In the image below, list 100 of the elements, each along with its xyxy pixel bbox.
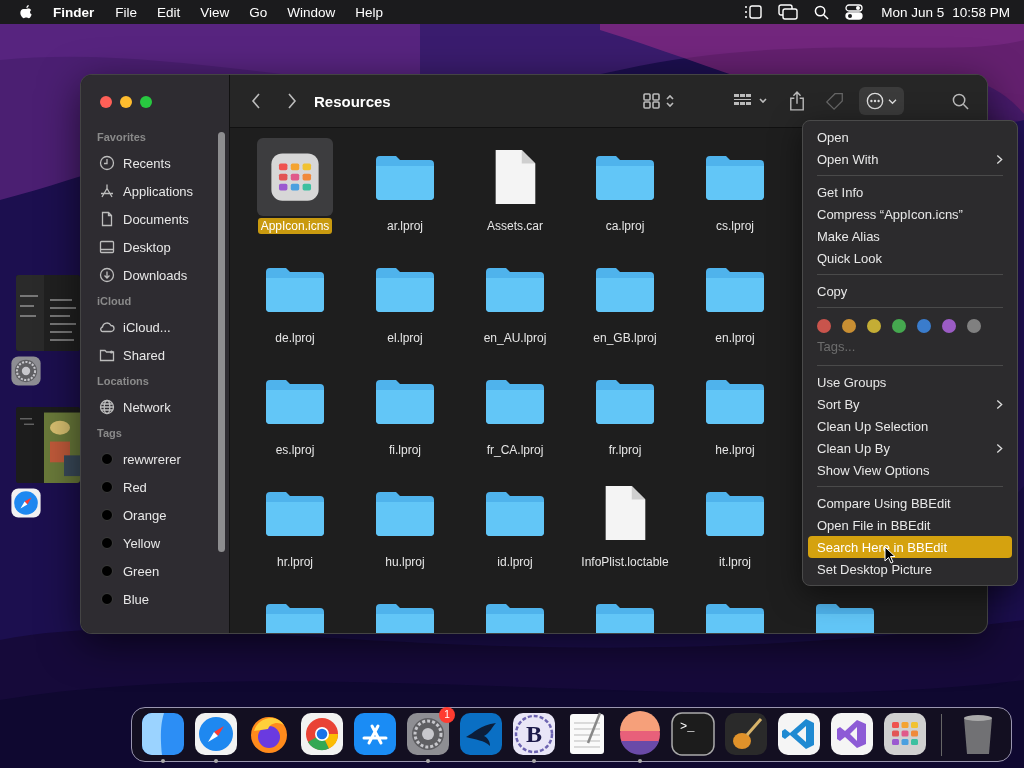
back-icon[interactable]	[250, 92, 262, 110]
tag-dot-icon	[99, 563, 115, 579]
menu-item[interactable]: Clean Up By	[808, 437, 1012, 459]
list-icon[interactable]	[744, 5, 763, 19]
sidebar-item[interactable]: Shared	[123, 347, 165, 363]
two-tone-square-icon[interactable]	[140, 710, 186, 757]
window-title: Resources	[314, 92, 391, 110]
tag-dot-icon	[99, 591, 115, 607]
app-store-icon[interactable]	[352, 710, 398, 757]
menu-item[interactable]: Get Info	[808, 181, 1012, 203]
chevron-right-icon	[996, 398, 1003, 410]
file-name: en_GB.lproj	[592, 330, 658, 346]
sidebar-item[interactable]: Downloads	[123, 267, 188, 283]
menubar-date: Mon Jun 5	[881, 4, 945, 20]
ribbon-icon[interactable]	[776, 710, 822, 757]
search-icon[interactable]	[952, 92, 969, 110]
menu-item[interactable]: Use Groups	[808, 371, 1012, 393]
tag-color-dot[interactable]	[967, 319, 981, 333]
file-name: hr.lproj	[276, 554, 314, 570]
menu-item[interactable]: Help	[345, 4, 394, 20]
sidebar-item[interactable]: Red	[123, 479, 147, 495]
applications-icon	[99, 183, 115, 199]
menu-item[interactable]: File	[105, 4, 148, 20]
close-button[interactable]	[100, 96, 112, 108]
file-name: Assets.car	[486, 218, 544, 234]
control-center-icon[interactable]	[845, 4, 864, 20]
bird-icon[interactable]	[458, 710, 504, 757]
file-item[interactable]	[257, 138, 333, 216]
sidebar-item[interactable]: Orange	[123, 507, 167, 523]
chevron-down-icon	[888, 97, 897, 105]
menu-item[interactable]: Quick Look	[808, 247, 1012, 269]
file-name: cs.lproj	[715, 218, 755, 234]
menu-item[interactable]: Window	[277, 4, 346, 20]
tag-dot-icon	[99, 479, 115, 495]
menu-item[interactable]: Show View Options	[808, 459, 1012, 481]
sidebar-item[interactable]: Yellow	[123, 535, 161, 551]
search-icon[interactable]	[814, 4, 830, 20]
scrollbar-thumb[interactable]	[218, 132, 225, 552]
tag-icon[interactable]	[825, 91, 845, 111]
menu-item[interactable]: View	[190, 4, 240, 20]
menu-item[interactable]: Copy	[808, 280, 1012, 302]
window-thumbnail[interactable]	[16, 275, 80, 351]
letter-tile-icon[interactable]	[511, 710, 557, 757]
icon-view-icon[interactable]	[643, 93, 677, 109]
menu-item[interactable]: Clean Up Selection	[808, 415, 1012, 437]
tag-color-dot[interactable]	[842, 319, 856, 333]
document-icon	[99, 211, 115, 227]
menu-item[interactable]: Edit	[147, 4, 191, 20]
tag-dot-icon	[99, 507, 115, 523]
tag-color-dot[interactable]	[817, 319, 831, 333]
menu-item[interactable]: Open	[808, 126, 1012, 148]
ring-icon[interactable]	[299, 710, 345, 757]
sidebar-item[interactable]: rewwrerer	[123, 451, 181, 467]
menu-item[interactable]: Compare Using BBEdit	[808, 492, 1012, 514]
minimize-button[interactable]	[120, 96, 132, 108]
sidebar-item[interactable]: Applications	[123, 183, 194, 199]
file-name: es.lproj	[274, 442, 316, 458]
sidebar-item[interactable]: Documents	[123, 211, 189, 227]
menu-item[interactable]: Open With	[808, 148, 1012, 170]
tag-dot-icon	[99, 535, 115, 551]
menu-item[interactable]: Set Desktop Picture	[808, 558, 1012, 580]
app-menu[interactable]: Finder	[33, 4, 106, 20]
terminal-icon[interactable]	[670, 710, 716, 757]
loop-icon[interactable]	[829, 710, 875, 757]
sunset-sphere-icon[interactable]	[617, 710, 663, 757]
compass-icon[interactable]	[10, 487, 42, 519]
window-thumbnail[interactable]	[16, 407, 80, 483]
tag-color-dot[interactable]	[942, 319, 956, 333]
chevron-right-icon	[996, 442, 1003, 454]
file-name: id.lproj	[496, 554, 534, 570]
tag-color-dot[interactable]	[892, 319, 906, 333]
sidebar-item[interactable]: Network	[123, 399, 171, 415]
sidebar-item[interactable]: Green	[123, 563, 160, 579]
app-grid-icon[interactable]	[882, 710, 928, 757]
menu-item[interactable]: Make Alias	[808, 225, 1012, 247]
menu-item[interactable]: Open File in BBEdit	[808, 514, 1012, 536]
icon-glyph: B	[526, 719, 542, 748]
sidebar-item[interactable]: Recents	[123, 155, 171, 171]
tag-color-dot[interactable]	[917, 319, 931, 333]
share-icon[interactable]	[789, 91, 805, 111]
sidebar-item[interactable]: Desktop	[123, 239, 171, 255]
menu-item[interactable]: Sort By	[808, 393, 1012, 415]
sidebar-section-title: Favorites	[97, 131, 147, 145]
forward-icon[interactable]	[286, 92, 298, 110]
apple-icon	[18, 3, 33, 21]
sidebar-section-title: iCloud	[97, 295, 133, 309]
menu-item[interactable]: Go	[239, 4, 278, 20]
icon-glyph: >_	[680, 719, 695, 734]
zoom-button[interactable]	[140, 96, 152, 108]
menu-item[interactable]: Compress “AppIcon.icns”	[808, 203, 1012, 225]
gear-icon[interactable]	[405, 710, 451, 757]
compass-icon[interactable]	[193, 710, 239, 757]
guitar-icon[interactable]	[723, 710, 769, 757]
file-name: fr_CA.lproj	[485, 442, 545, 458]
tag-color-dot[interactable]	[867, 319, 881, 333]
more-actions-button[interactable]	[859, 87, 904, 115]
sidebar-item[interactable]: Blue	[123, 591, 150, 607]
windows-icon[interactable]	[778, 4, 799, 20]
gear-icon[interactable]	[10, 355, 42, 387]
sidebar-item[interactable]: iCloud...	[123, 319, 171, 335]
